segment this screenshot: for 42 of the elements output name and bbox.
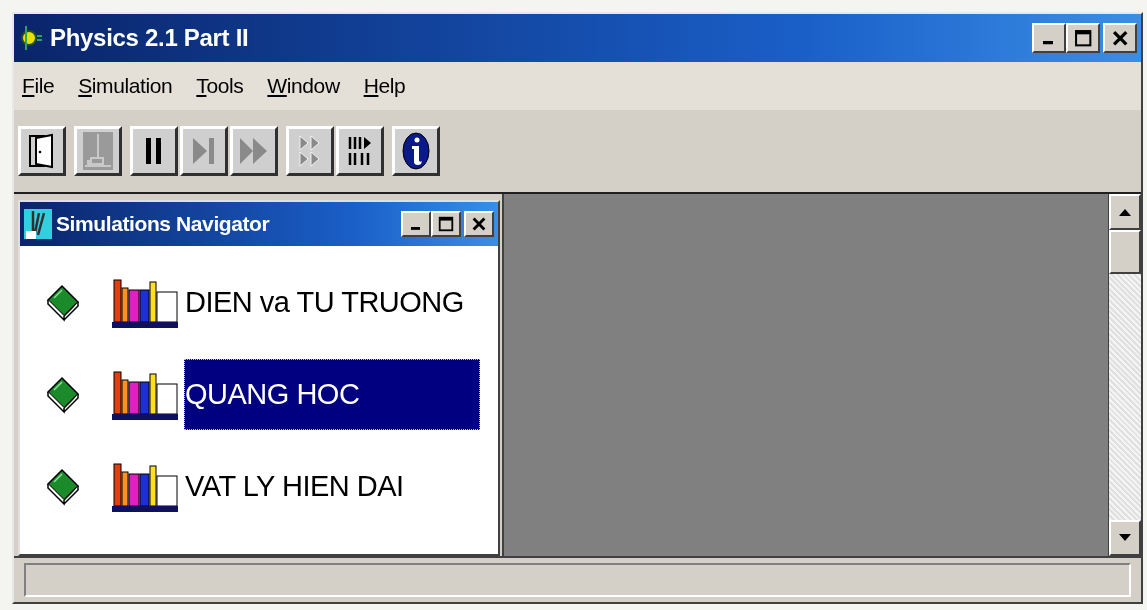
maximize-button[interactable] [431, 211, 461, 237]
bookshelf-icon [112, 368, 180, 420]
caret-down-icon [1118, 533, 1132, 543]
bookshelf-icon [112, 460, 180, 512]
close-icon [470, 215, 488, 233]
close-button[interactable] [464, 211, 494, 237]
maximize-icon [1072, 27, 1094, 49]
window-title: Physics 2.1 Part II [50, 24, 249, 52]
toolbar-button[interactable] [130, 126, 178, 176]
scroll-thumb[interactable] [1109, 230, 1141, 274]
toolbar-button[interactable] [18, 126, 66, 176]
pendulum-icon [83, 132, 113, 170]
menu-item[interactable]: Simulation [78, 74, 173, 98]
menu-item[interactable]: File [22, 74, 55, 98]
navigator-title: Simulations Navigator [56, 212, 270, 236]
maximize-button[interactable] [1066, 23, 1100, 53]
minimize-icon [410, 227, 420, 230]
minimize-button[interactable] [1032, 23, 1066, 53]
navigator-item[interactable]: QUANG HOC [184, 358, 480, 430]
scroll-up-button[interactable] [1109, 194, 1141, 230]
toolbar-button[interactable] [336, 126, 384, 176]
bookshelf-icon [112, 276, 180, 328]
minimize-icon [1042, 41, 1054, 45]
door-icon [28, 133, 56, 169]
atom-icon [20, 24, 44, 52]
close-button[interactable] [1103, 23, 1137, 53]
info-icon [401, 131, 431, 171]
menu-item[interactable]: Tools [196, 74, 244, 98]
book-icon [46, 374, 80, 414]
toolbar-button[interactable] [392, 126, 440, 176]
menu-item[interactable]: Window [267, 74, 340, 98]
tools-icon [24, 209, 52, 239]
scroll-bar[interactable] [1108, 194, 1141, 556]
book-icon [46, 466, 80, 506]
caret-up-icon [1118, 207, 1132, 217]
minimize-button[interactable] [401, 211, 431, 237]
book-icon [46, 282, 80, 322]
scroll-down-button[interactable] [1109, 520, 1141, 556]
navigator-item[interactable]: DIEN va TU TRUONG [184, 266, 480, 338]
maximize-icon [437, 215, 455, 233]
menu-item[interactable]: Help [363, 74, 406, 98]
navigator-item[interactable]: VAT LY HIEN DAI [184, 450, 480, 522]
